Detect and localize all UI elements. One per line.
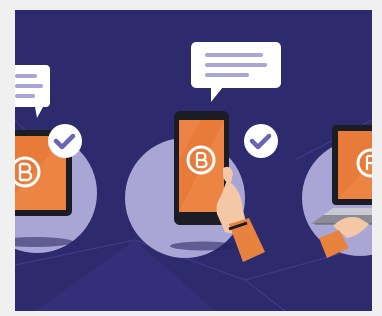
illustration-scene	[15, 10, 372, 311]
check-circle-icon	[244, 124, 278, 158]
center-shadow	[170, 241, 236, 251]
check-circle-icon	[48, 124, 82, 158]
illustration-svg	[15, 10, 372, 311]
screenshot-frame	[0, 0, 382, 316]
